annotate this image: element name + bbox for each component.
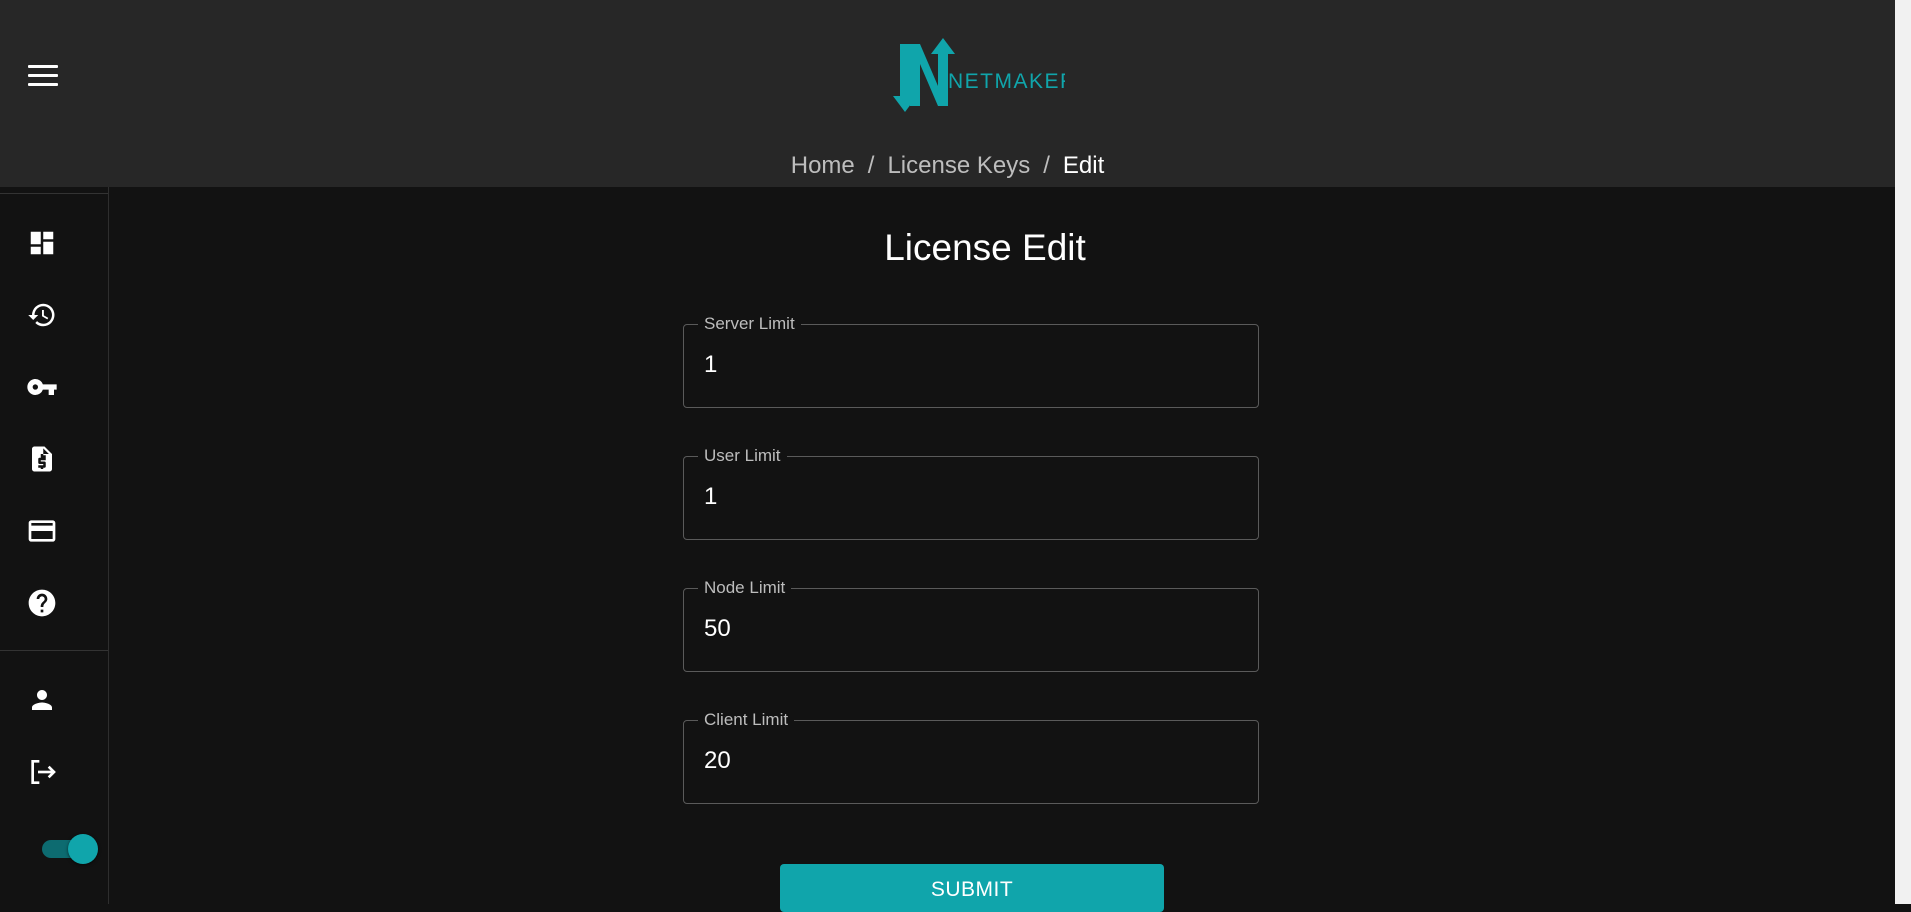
help-icon[interactable] (26, 587, 58, 619)
page-scrollbar[interactable] (1895, 0, 1911, 904)
server-limit-field: Server Limit (683, 314, 1259, 408)
history-icon[interactable] (26, 299, 58, 331)
client-limit-field: Client Limit (683, 710, 1259, 804)
netmaker-logo[interactable]: NETMAKER (890, 36, 1065, 114)
breadcrumb-separator: / (1043, 152, 1050, 179)
sidebar (0, 187, 109, 904)
credit-card-icon[interactable] (26, 515, 58, 547)
user-limit-label: User Limit (698, 446, 787, 466)
user-limit-input[interactable] (704, 477, 1234, 517)
logout-icon[interactable] (26, 756, 58, 788)
invoice-icon[interactable] (26, 443, 58, 475)
key-icon[interactable] (26, 371, 58, 403)
sidebar-divider (0, 193, 108, 194)
top-app-bar: NETMAKER Home / License Keys / Edit (0, 0, 1895, 187)
account-icon[interactable] (26, 684, 58, 716)
menu-icon[interactable] (28, 60, 68, 90)
dashboard-icon[interactable] (26, 227, 58, 259)
page-title: License Edit (884, 227, 1086, 268)
submit-button[interactable]: SUBMIT (780, 864, 1164, 912)
breadcrumb: Home / License Keys / Edit (0, 152, 1895, 180)
user-limit-field: User Limit (683, 446, 1259, 540)
client-limit-label: Client Limit (698, 710, 795, 730)
node-limit-input[interactable] (704, 609, 1234, 649)
breadcrumb-separator: / (867, 152, 875, 179)
breadcrumb-home[interactable]: Home (791, 152, 855, 179)
breadcrumb-license-keys[interactable]: License Keys (887, 152, 1030, 179)
server-limit-label: Server Limit (698, 314, 801, 334)
client-limit-input[interactable] (704, 741, 1234, 781)
node-limit-field: Node Limit (683, 578, 1259, 672)
node-limit-label: Node Limit (698, 578, 792, 598)
logo-text: NETMAKER (948, 70, 1065, 93)
dark-mode-toggle[interactable] (40, 832, 100, 864)
server-limit-input[interactable] (704, 345, 1234, 385)
breadcrumb-current: Edit (1062, 152, 1105, 179)
toggle-thumb (68, 834, 98, 864)
sidebar-divider (0, 650, 108, 651)
